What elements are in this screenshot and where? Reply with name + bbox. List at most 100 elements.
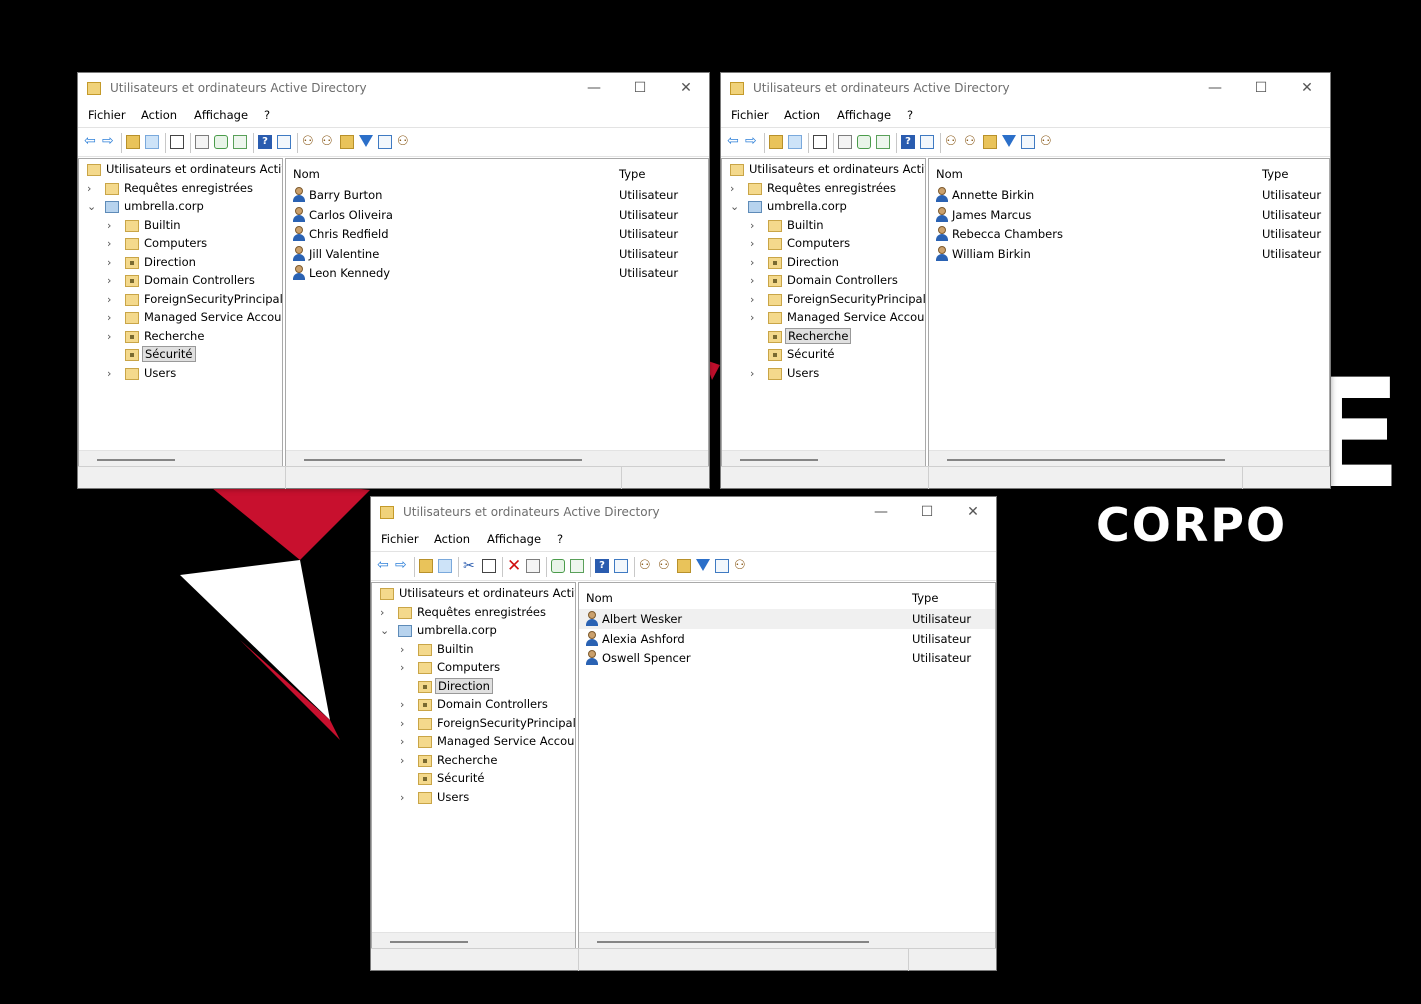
grid2-icon[interactable] (715, 559, 729, 573)
user-row[interactable]: Albert Wesker Utilisateur (579, 609, 995, 629)
folder-new-icon[interactable] (677, 559, 691, 573)
tree-item-ou[interactable]: › Direction (722, 254, 925, 272)
maximize-button[interactable]: ☐ (617, 73, 663, 103)
tree-root[interactable]: Utilisateurs et ordinateurs Active (79, 161, 282, 179)
menu-item-2[interactable]: Affichage (487, 532, 541, 546)
refresh-icon[interactable] (214, 135, 228, 149)
doc-icon[interactable] (195, 135, 209, 149)
user-row[interactable]: William Birkin Utilisateur (929, 244, 1329, 264)
tree-item-domain[interactable]: ⌄ umbrella.corp (79, 198, 282, 216)
chevron-icon[interactable]: ⌄ (730, 200, 740, 213)
tree-root[interactable]: Utilisateurs et ordinateurs Active (372, 585, 575, 603)
tree-item-ou[interactable]: › Computers (722, 235, 925, 253)
chevron-icon[interactable]: › (107, 274, 117, 287)
user-row[interactable]: Carlos Oliveira Utilisateur (286, 205, 708, 225)
maximize-button[interactable]: ☐ (1238, 73, 1284, 103)
chevron-icon[interactable]: › (107, 311, 117, 324)
scrollbar-thumb[interactable] (947, 459, 1225, 461)
menu-item-0[interactable]: Fichier (381, 532, 419, 546)
users2-icon[interactable]: ⚇ (658, 559, 672, 573)
panel-icon[interactable] (438, 559, 452, 573)
tree-item-domain[interactable]: ⌄ umbrella.corp (372, 622, 575, 640)
grid2-icon[interactable] (1021, 135, 1035, 149)
user-row[interactable]: Barry Burton Utilisateur (286, 185, 708, 205)
column-header-name[interactable]: Nom (936, 167, 963, 181)
minimize-button[interactable]: — (858, 497, 904, 527)
chevron-icon[interactable]: › (107, 219, 117, 232)
navigation-tree[interactable]: Utilisateurs et ordinateurs Active › Requê… (78, 158, 283, 468)
chevron-icon[interactable]: › (87, 182, 97, 195)
title-bar[interactable]: Utilisateurs et ordinateurs Active Direc… (371, 497, 996, 529)
panel-icon[interactable] (788, 135, 802, 149)
chevron-icon[interactable]: › (750, 256, 760, 269)
chevron-icon[interactable]: › (750, 367, 760, 380)
scrollbar-thumb[interactable] (740, 459, 818, 461)
tree-item-ou[interactable]: › Domain Controllers (722, 272, 925, 290)
tree-root[interactable]: Utilisateurs et ordinateurs Active (722, 161, 925, 179)
tree-item-saved-queries[interactable]: › Requêtes enregistrées (79, 180, 282, 198)
minimize-button[interactable]: — (571, 73, 617, 103)
folder-new-icon[interactable] (983, 135, 997, 149)
horizontal-scrollbar[interactable] (722, 450, 925, 467)
horizontal-scrollbar[interactable] (286, 450, 708, 467)
doc-icon[interactable] (526, 559, 540, 573)
chevron-icon[interactable]: › (750, 311, 760, 324)
tree-item-ou[interactable]: › Domain Controllers (79, 272, 282, 290)
chevron-icon[interactable]: › (400, 717, 410, 730)
menu-item-2[interactable]: Affichage (194, 108, 248, 122)
menu-item-3[interactable]: ? (264, 108, 270, 122)
results-list[interactable]: Nom Type Barry Burton Utilisateur Carlos Oli… (285, 158, 709, 468)
delete-icon[interactable]: ✕ (507, 558, 521, 575)
user-row[interactable]: Alexia Ashford Utilisateur (579, 629, 995, 649)
results-list[interactable]: Nom Type Annette Birkin Utilisateur James Ma… (928, 158, 1330, 468)
menu-item-0[interactable]: Fichier (731, 108, 769, 122)
chevron-icon[interactable]: › (750, 293, 760, 306)
users2-icon[interactable]: ⚇ (321, 135, 335, 149)
tree-item-ou[interactable]: › Recherche (372, 752, 575, 770)
help-icon[interactable]: ? (258, 135, 272, 149)
menu-item-1[interactable]: Action (434, 532, 470, 546)
horizontal-scrollbar[interactable] (929, 450, 1329, 467)
tree-item-ou[interactable]: › Users (722, 365, 925, 383)
users3-icon[interactable]: ⚇ (1040, 135, 1054, 149)
menu-item-3[interactable]: ? (557, 532, 563, 546)
tree-item-ou[interactable]: › Managed Service Accour (372, 733, 575, 751)
tree-item-ou[interactable]: › ForeignSecurityPrincipals (372, 715, 575, 733)
chevron-icon[interactable]: › (400, 698, 410, 711)
filter-icon[interactable] (696, 559, 710, 571)
tree-item-domain[interactable]: ⌄ umbrella.corp (722, 198, 925, 216)
refresh-icon[interactable] (857, 135, 871, 149)
grid-icon[interactable] (920, 135, 934, 149)
folder-up-icon[interactable] (126, 135, 140, 149)
menu-item-1[interactable]: Action (141, 108, 177, 122)
back-arrow-icon[interactable]: ⇦ (727, 134, 741, 148)
users3-icon[interactable]: ⚇ (734, 559, 748, 573)
chevron-icon[interactable]: › (400, 735, 410, 748)
tree-item-ou[interactable]: › Computers (79, 235, 282, 253)
menu-item-3[interactable]: ? (907, 108, 913, 122)
forward-arrow-icon[interactable]: ⇨ (745, 134, 759, 148)
users-icon[interactable]: ⚇ (639, 559, 653, 573)
chevron-icon[interactable]: › (750, 237, 760, 250)
user-row[interactable]: Leon Kennedy Utilisateur (286, 263, 708, 283)
users-icon[interactable]: ⚇ (302, 135, 316, 149)
user-row[interactable]: Annette Birkin Utilisateur (929, 185, 1329, 205)
chevron-icon[interactable]: › (750, 219, 760, 232)
back-arrow-icon[interactable]: ⇦ (377, 558, 391, 572)
title-bar[interactable]: Utilisateurs et ordinateurs Active Direc… (721, 73, 1330, 105)
tree-item-ou[interactable]: › Managed Service Accour (79, 309, 282, 327)
panel-icon[interactable] (145, 135, 159, 149)
tree-item-ou[interactable]: › ForeignSecurityPrincipals (79, 291, 282, 309)
tree-item-ou[interactable]: Sécurité (372, 770, 575, 788)
help-icon[interactable]: ? (595, 559, 609, 573)
chevron-icon[interactable]: ⌄ (380, 624, 390, 637)
export-icon[interactable] (233, 135, 247, 149)
forward-arrow-icon[interactable]: ⇨ (395, 558, 409, 572)
menu-item-2[interactable]: Affichage (837, 108, 891, 122)
title-bar[interactable]: Utilisateurs et ordinateurs Active Direc… (78, 73, 709, 105)
user-row[interactable]: Rebecca Chambers Utilisateur (929, 224, 1329, 244)
chevron-icon[interactable]: › (107, 330, 117, 343)
tree-item-ou[interactable]: Recherche (722, 327, 925, 346)
user-row[interactable]: James Marcus Utilisateur (929, 205, 1329, 225)
results-list[interactable]: Nom Type Albert Wesker Utilisateur Alexia As… (578, 582, 996, 950)
